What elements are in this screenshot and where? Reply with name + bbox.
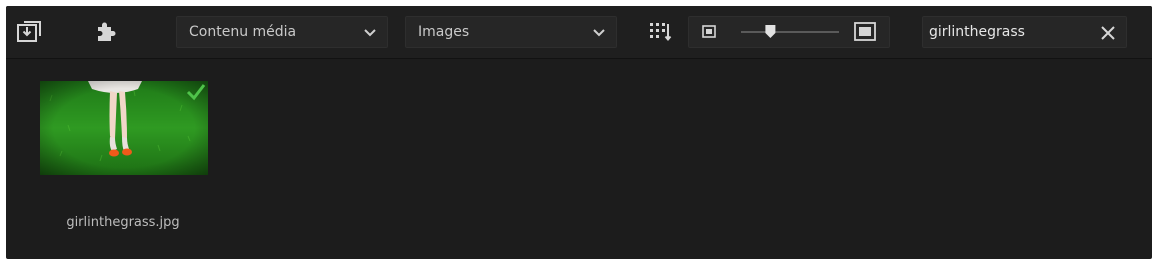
small-thumbnail-icon (702, 25, 716, 38)
search-input[interactable] (929, 20, 1089, 44)
large-thumbnail-icon (854, 22, 876, 41)
toolbar: Contenu média Images (6, 6, 1152, 59)
media-filter-label: Images (418, 24, 470, 40)
chevron-down-icon (593, 29, 605, 37)
media-item[interactable]: girlinthegrass.jpg (28, 73, 218, 238)
close-icon[interactable] (1100, 25, 1116, 41)
content-type-dropdown[interactable]: Contenu média (176, 16, 388, 48)
thumbnail-size-control (688, 16, 890, 48)
puzzle-plugin-icon[interactable] (90, 18, 120, 46)
slider-thumb (765, 25, 776, 38)
media-grid: girlinthegrass.jpg (6, 59, 1152, 259)
search-box (922, 16, 1127, 48)
thumbnail-size-slider[interactable] (689, 17, 889, 47)
import-folder-icon[interactable] (14, 18, 44, 46)
chevron-down-icon (364, 29, 376, 37)
grid-sort-icon[interactable] (646, 20, 674, 44)
content-type-label: Contenu média (189, 24, 297, 40)
media-filter-dropdown[interactable]: Images (405, 16, 617, 48)
checkmark-icon (186, 84, 206, 101)
media-filename: girlinthegrass.jpg (66, 215, 180, 230)
media-library-window: Contenu média Images girlinthegrass girl… (6, 6, 1152, 259)
media-thumbnail (40, 81, 208, 175)
